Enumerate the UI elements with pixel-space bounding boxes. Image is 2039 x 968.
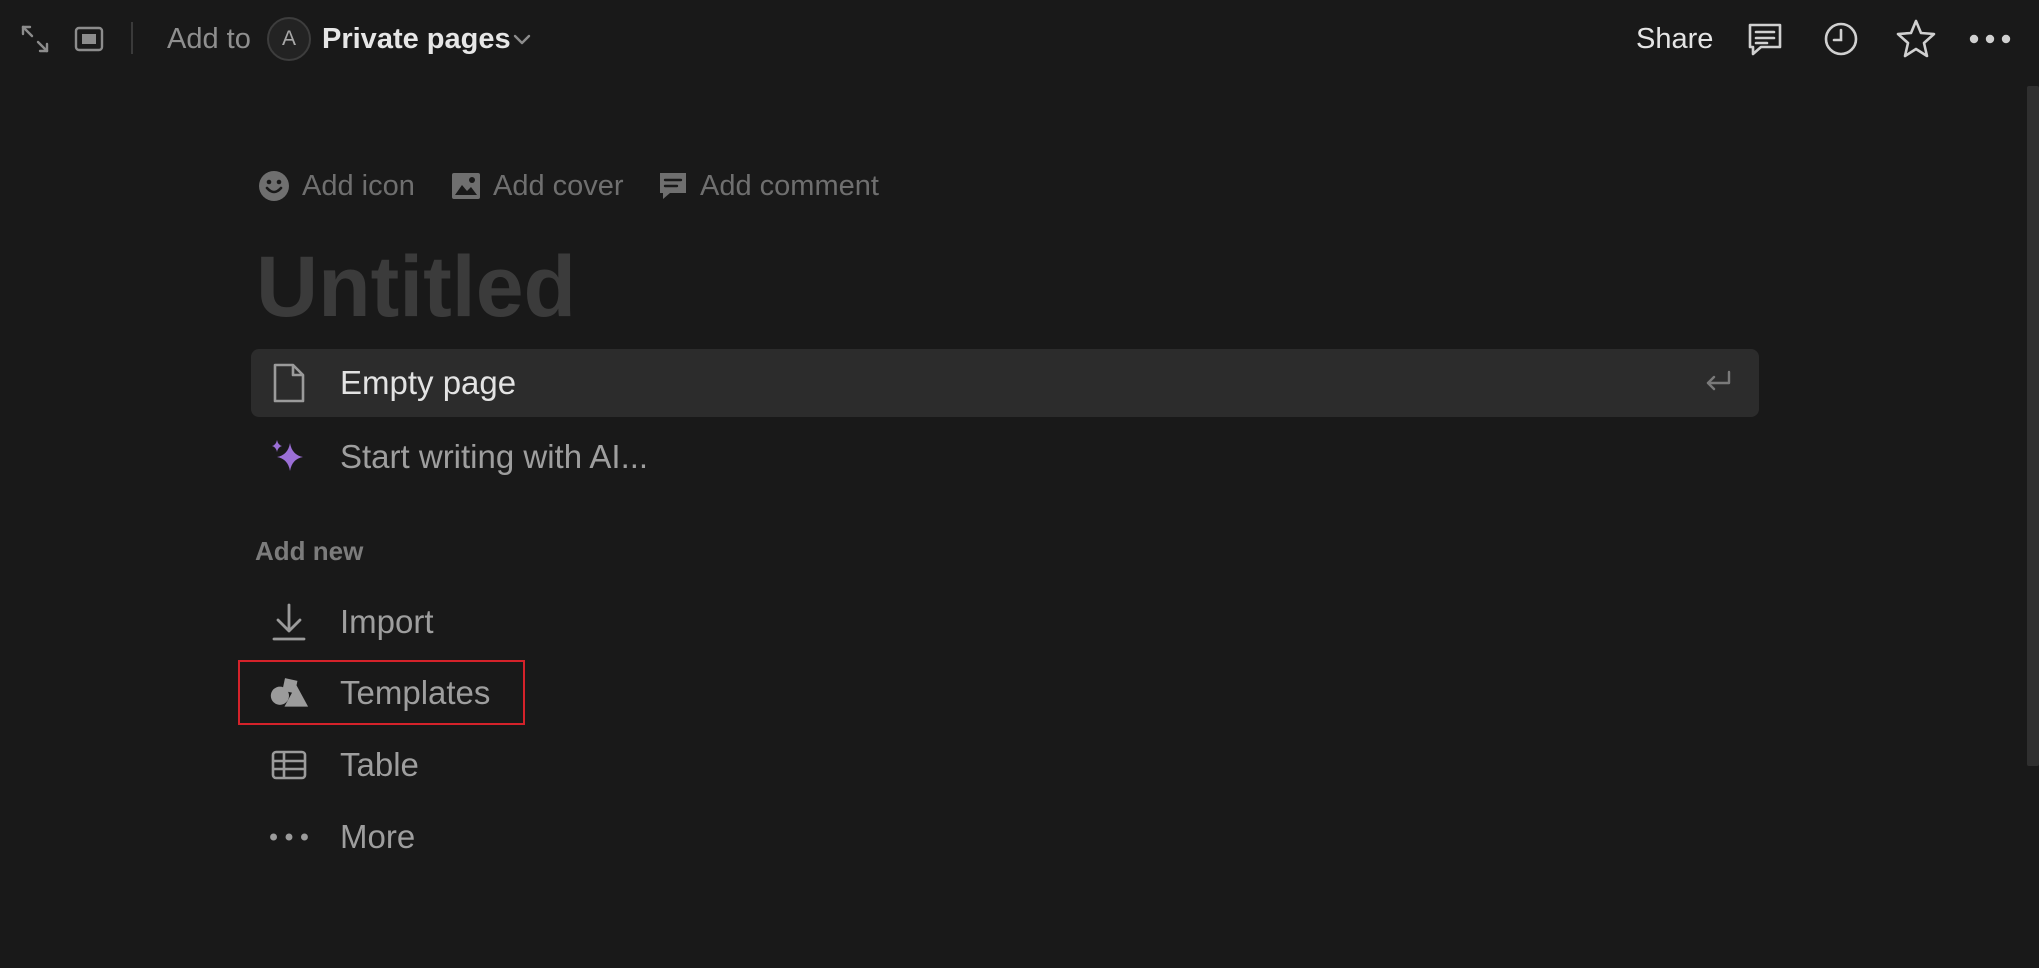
more-dots-icon: [269, 817, 309, 857]
table-icon: [269, 745, 309, 785]
empty-page-label: Empty page: [340, 364, 517, 401]
more-label: More: [340, 818, 416, 855]
templates-option[interactable]: Templates: [251, 659, 1759, 727]
expand-icon[interactable]: [18, 22, 52, 56]
comments-icon[interactable]: [1744, 18, 1786, 60]
favorite-star-icon[interactable]: [1895, 17, 1937, 59]
page-title-input[interactable]: Untitled: [256, 232, 576, 342]
more-options-icon[interactable]: [1968, 18, 2012, 60]
add-cover-label: Add cover: [493, 169, 624, 202]
empty-page-option[interactable]: Empty page: [251, 349, 1759, 417]
history-icon[interactable]: [1820, 18, 1862, 60]
add-icon-button[interactable]: Add icon: [258, 164, 415, 208]
import-icon: [269, 602, 309, 642]
scrollbar[interactable]: [2027, 86, 2039, 766]
toolbar-divider: [131, 22, 133, 54]
add-comment-button[interactable]: Add comment: [658, 164, 879, 208]
document-icon: [269, 363, 309, 403]
templates-icon: [269, 673, 309, 713]
workspace-avatar[interactable]: A: [267, 17, 311, 61]
chevron-down-icon[interactable]: [511, 27, 533, 56]
more-option[interactable]: More: [251, 803, 1759, 871]
top-bar: Add to A Private pages Share: [0, 0, 2039, 78]
add-icon-label: Add icon: [302, 169, 415, 202]
image-icon: [451, 172, 481, 200]
smiley-icon: [258, 170, 290, 202]
ai-writing-option[interactable]: Start writing with AI...: [251, 423, 1759, 491]
avatar-initial: A: [281, 27, 296, 50]
share-button[interactable]: Share: [1636, 20, 1713, 58]
ai-sparkle-icon: [269, 437, 309, 477]
workspace-selector[interactable]: Private pages: [322, 20, 511, 58]
enter-key-icon: [1703, 369, 1733, 402]
add-to-label: Add to: [167, 23, 251, 55]
import-label: Import: [340, 603, 434, 640]
page: Add to A Private pages Share Add icon Ad…: [0, 0, 2039, 968]
add-comment-label: Add comment: [700, 169, 879, 202]
templates-label: Templates: [340, 674, 491, 711]
add-cover-button[interactable]: Add cover: [451, 164, 624, 208]
add-new-heading: Add new: [255, 536, 364, 566]
table-label: Table: [340, 746, 419, 783]
sidebar-peek-icon[interactable]: [72, 22, 106, 56]
import-option[interactable]: Import: [251, 588, 1759, 656]
comment-icon: [658, 171, 688, 201]
table-option[interactable]: Table: [251, 731, 1759, 799]
ai-writing-label: Start writing with AI...: [340, 438, 649, 475]
